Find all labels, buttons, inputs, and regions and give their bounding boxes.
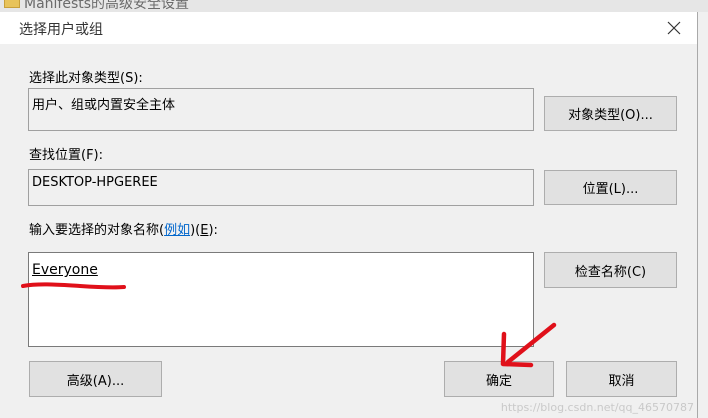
watermark: https://blog.csdn.net/qq_46570787	[500, 401, 694, 414]
ok-button[interactable]: 确定	[444, 361, 554, 397]
background-window-title: Manifests的高级安全设置	[24, 0, 190, 12]
location-label: 查找位置(F):	[29, 148, 104, 163]
object-names-input[interactable]: Everyone	[28, 252, 534, 347]
object-names-label-prefix: 输入要选择的对象名称(	[29, 223, 165, 238]
cancel-button[interactable]: 取消	[566, 361, 677, 397]
close-icon	[667, 21, 681, 35]
dialog-titlebar: 选择用户或组	[0, 12, 697, 44]
examples-link[interactable]: 例如	[164, 223, 190, 238]
object-names-label-suffix: ):	[208, 223, 218, 238]
object-type-label: 选择此对象类型(S):	[29, 71, 143, 86]
background-window-title-strip: Manifests的高级安全设置	[0, 0, 708, 12]
select-users-dialog: 选择用户或组 选择此对象类型(S): 用户、组或内置安全主体 对象类型(O)..…	[0, 12, 698, 418]
object-names-value: Everyone	[32, 262, 98, 278]
folder-icon	[4, 0, 20, 8]
location-value: DESKTOP-HPGEREE	[32, 175, 158, 190]
advanced-button[interactable]: 高级(A)...	[29, 361, 162, 397]
object-types-button[interactable]: 对象类型(O)...	[544, 96, 677, 131]
locations-button[interactable]: 位置(L)...	[544, 170, 677, 205]
object-type-field: 用户、组或内置安全主体	[28, 88, 534, 131]
dialog-title: 选择用户或组	[19, 22, 103, 38]
location-field: DESKTOP-HPGEREE	[28, 169, 534, 206]
object-type-value: 用户、组或内置安全主体	[32, 98, 176, 113]
close-button[interactable]	[651, 12, 697, 44]
object-names-label: 输入要选择的对象名称(例如)(E):	[29, 219, 218, 238]
object-names-label-mid: )(	[190, 223, 201, 238]
check-names-button[interactable]: 检查名称(C)	[544, 252, 677, 288]
